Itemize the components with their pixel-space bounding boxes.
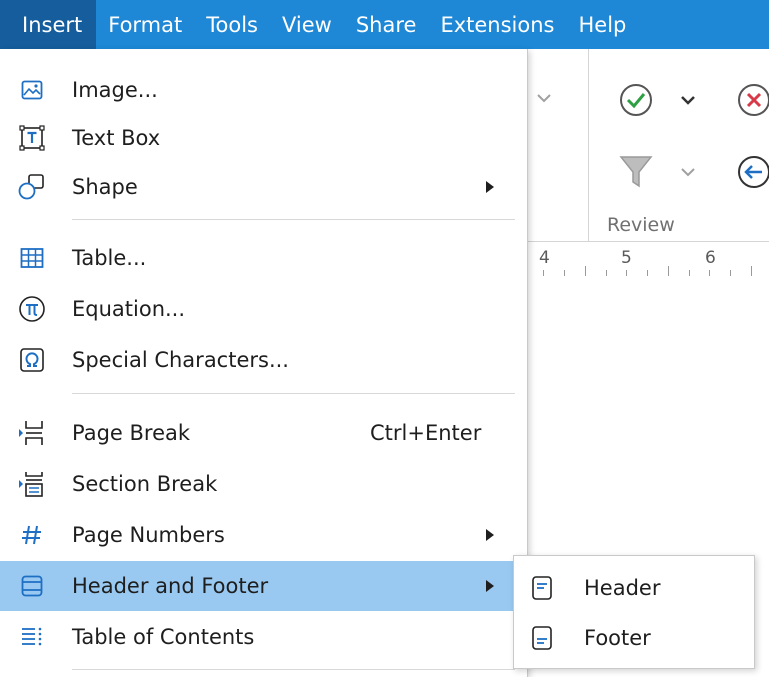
hash-icon (18, 521, 46, 549)
menu-item-label: Table... (72, 246, 147, 270)
omega-icon (18, 346, 46, 374)
ribbon-separator (588, 49, 589, 241)
header-footer-icon (18, 572, 46, 600)
shortcut-label: Ctrl+Enter (370, 421, 482, 445)
menu-item-table-of-contents[interactable]: Table of Contents (0, 612, 527, 662)
ruler-tick (606, 270, 607, 276)
menu-item-label: Page Numbers (72, 523, 225, 547)
submenu-item-label: Header (584, 576, 661, 600)
menu-item-label: Text Box (72, 126, 161, 150)
ruler: 4 5 6 (528, 242, 769, 282)
menu-separator (72, 219, 515, 220)
submenu-item-header[interactable]: Header (514, 563, 754, 613)
menu-share[interactable]: Share (344, 0, 429, 49)
chevron-down-icon[interactable] (680, 166, 696, 178)
header-icon (528, 574, 556, 602)
menu-extensions[interactable]: Extensions (428, 0, 566, 49)
menu-item-text-box[interactable]: Text Box (0, 113, 527, 163)
ruler-tick (709, 270, 710, 276)
ruler-number: 6 (705, 248, 716, 268)
filter-icon[interactable] (618, 152, 654, 192)
ruler-tick (668, 266, 669, 276)
menu-separator (72, 393, 515, 394)
ruler-tick (626, 270, 627, 276)
header-footer-submenu: Header Footer (513, 555, 755, 669)
ruler-tick (543, 270, 544, 276)
menu-item-table[interactable]: Table... (0, 233, 527, 283)
menu-item-label: Section Break (72, 472, 218, 496)
ruler-tick (689, 270, 690, 276)
table-icon (18, 244, 46, 272)
menu-item-label: Special Characters... (72, 348, 289, 372)
submenu-arrow-icon (486, 580, 494, 592)
ruler-tick (751, 266, 752, 276)
menu-bar: Insert Format Tools View Share Extension… (0, 0, 769, 49)
menu-item-equation[interactable]: Equation... (0, 284, 527, 334)
menu-view[interactable]: View (270, 0, 344, 49)
menu-item-label: Equation... (72, 297, 186, 321)
insert-menu: Image... Text Box Shape Table... Equatio… (0, 49, 528, 677)
submenu-item-label: Footer (584, 626, 651, 650)
ruler-tick (730, 270, 731, 276)
menu-format[interactable]: Format (96, 0, 194, 49)
ruler-number: 5 (621, 248, 632, 268)
ruler-tick (647, 270, 648, 276)
menu-help[interactable]: Help (566, 0, 638, 49)
chevron-down-icon[interactable] (536, 92, 552, 104)
section-break-icon (18, 470, 46, 498)
ruler-tick (564, 270, 565, 276)
page-break-icon (18, 419, 46, 447)
menu-item-page-numbers[interactable]: Page Numbers (0, 510, 527, 560)
menu-item-label: Table of Contents (72, 625, 255, 649)
menu-item-page-break[interactable]: Page Break Ctrl+Enter (0, 408, 527, 458)
menu-item-section-break[interactable]: Section Break (0, 459, 527, 509)
menu-item-label: Header and Footer (72, 574, 269, 598)
menu-item-special-characters[interactable]: Special Characters... (0, 335, 527, 385)
menu-tools[interactable]: Tools (194, 0, 270, 49)
menu-separator (72, 669, 515, 670)
menu-item-shape[interactable]: Shape (0, 162, 527, 212)
menu-item-header-and-footer[interactable]: Header and Footer (0, 561, 527, 611)
menu-item-label: Shape (72, 175, 138, 199)
pi-icon (18, 295, 46, 323)
image-icon (18, 76, 46, 104)
submenu-arrow-icon (486, 181, 494, 193)
shape-icon (18, 173, 46, 201)
reject-change-icon[interactable] (736, 82, 769, 118)
menu-item-image[interactable]: Image... (0, 65, 527, 115)
menu-item-label: Image... (72, 78, 158, 102)
chevron-down-icon[interactable] (680, 94, 696, 106)
previous-change-icon[interactable] (736, 154, 769, 190)
toc-icon (18, 623, 46, 651)
accept-change-icon[interactable] (618, 82, 654, 118)
ruler-tick (585, 266, 586, 276)
menu-insert[interactable]: Insert (0, 0, 97, 49)
submenu-arrow-icon (486, 529, 494, 541)
ruler-number: 4 (539, 248, 550, 268)
text-box-icon (18, 124, 46, 152)
footer-icon (528, 624, 556, 652)
menu-item-label: Page Break (72, 421, 191, 445)
submenu-item-footer[interactable]: Footer (514, 613, 754, 663)
review-group-label: Review (607, 214, 675, 236)
